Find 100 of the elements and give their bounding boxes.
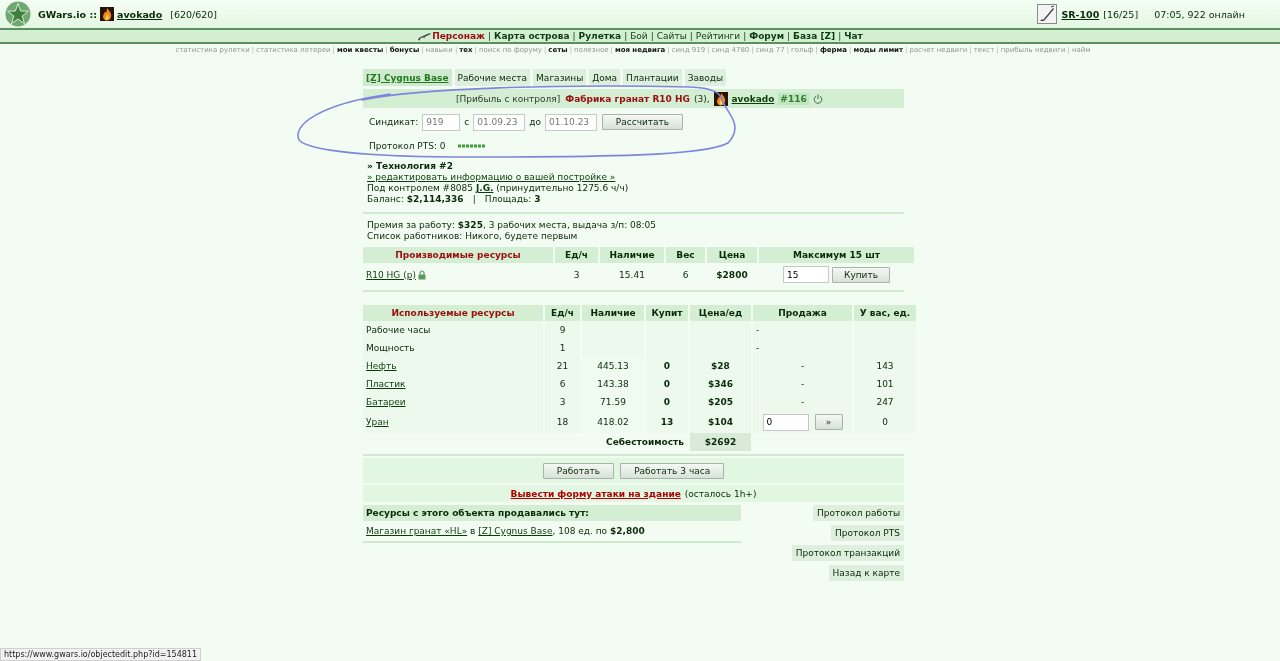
resource-link[interactable]: Нефть <box>366 361 397 371</box>
tab[interactable]: Плантации <box>623 69 682 86</box>
resource-link[interactable]: Уран <box>366 417 389 427</box>
nav-separator: | <box>838 31 842 41</box>
date-to-input[interactable]: 01.10.23 <box>545 113 597 131</box>
nav-separator: | <box>572 31 576 41</box>
table-cell: 101 <box>854 375 916 393</box>
nav-link[interactable]: База [Z] <box>793 31 836 41</box>
side-link[interactable]: Протокол PTS <box>831 525 904 541</box>
nav-link[interactable]: Чат <box>844 31 863 41</box>
table-cell: 247 <box>854 393 916 411</box>
attack-form-link[interactable]: Вывести форму атаки на здание <box>510 488 681 499</box>
date-from-input[interactable]: 01.09.23 <box>473 113 526 131</box>
resource-link[interactable]: Пластик <box>366 379 406 389</box>
to-label: до <box>529 117 541 127</box>
product-link[interactable]: R10 HG (р) <box>366 269 416 280</box>
side-link[interactable]: Назад к карте <box>828 565 904 581</box>
nav-link[interactable]: Сайты <box>656 31 687 41</box>
column-header: Ед/ч <box>545 305 580 321</box>
table-cell-text: 6 <box>681 268 690 282</box>
nav-link[interactable]: Бой <box>630 31 648 41</box>
column-header: Продажа <box>753 305 852 321</box>
nav-link[interactable]: Форум <box>749 31 784 41</box>
pts-protocol: Протокол PTS: 0 <box>369 141 446 151</box>
tab[interactable]: Рабочие места <box>454 69 531 86</box>
column-header: Используемые ресурсы <box>363 305 543 321</box>
edit-info-link[interactable]: » редактировать информацию о вашей постройке » <box>367 172 616 183</box>
syndicate-input[interactable]: 919 <box>422 113 461 131</box>
nav-link[interactable]: Карта острова <box>494 31 570 41</box>
control-info: Под контролем #8085 J.G. (принудительно 1275.6 ч/ч) <box>367 183 629 194</box>
tab[interactable]: [Z] Cygnus Base <box>363 69 452 86</box>
gun-icon <box>417 31 432 41</box>
info-separator: | <box>472 194 476 205</box>
site-title: GWars.io :: <box>38 8 97 20</box>
object-tag: [Прибыль с контроля] <box>456 93 561 104</box>
table-cell: 21 <box>545 357 580 375</box>
column-header: Наличие <box>582 305 644 321</box>
buy-quantity-input[interactable]: 15 <box>783 266 829 283</box>
flame-icon <box>100 7 114 21</box>
dashed-bar-icon <box>457 144 486 148</box>
table-cell: 0 <box>646 375 688 393</box>
column-header: У вас, ед. <box>854 305 916 321</box>
column-header: Ед/ч <box>555 247 598 263</box>
table-cell-text: 15.41 <box>618 268 646 282</box>
table-cell: 3 <box>545 393 580 411</box>
resource-link[interactable]: Батареи <box>366 397 406 407</box>
sell-quantity-input[interactable]: 0 <box>762 413 809 431</box>
table-cell-text: $2800 <box>715 268 749 282</box>
column-header: Максимум 15 шт <box>759 247 914 263</box>
table-cell: 9 <box>545 321 580 339</box>
column-header: Цена/ед <box>690 305 751 321</box>
table-cell: - <box>753 357 852 375</box>
weapon-link[interactable]: SR-100 <box>1061 8 1100 20</box>
column-header: Наличие <box>600 247 664 263</box>
attack-note: (осталось 1h+) <box>684 488 757 499</box>
work-button[interactable]: Работать 3 часа <box>620 462 725 479</box>
nav-link[interactable]: Рейтинги <box>695 31 741 41</box>
column-header: Купит <box>646 305 688 321</box>
nav-link[interactable]: Персонаж <box>417 31 486 41</box>
controller-link[interactable]: J.G. <box>475 183 494 193</box>
table-cell: - <box>753 339 852 357</box>
status-bar: https://www.gwars.io/objectedit.php?id=154811 <box>0 648 202 661</box>
table-cell: 143 <box>854 357 916 375</box>
column-header: Производимые ресурсы <box>363 247 553 263</box>
nav-separator: | <box>743 31 747 41</box>
table-cell: - <box>753 321 852 339</box>
sell-button[interactable]: » <box>814 414 843 430</box>
star-logo-icon <box>5 1 31 27</box>
weapon-count: [16/25] <box>1103 8 1139 20</box>
object-number: #116 <box>778 92 809 105</box>
syndicate-label: Синдикат: <box>369 117 419 127</box>
table-cell: 0 <box>854 411 916 433</box>
tab[interactable]: Заводы <box>684 69 727 86</box>
resource-name: Рабочие часы <box>363 321 543 339</box>
nav-separator: | <box>488 31 492 41</box>
table-cell: 0 <box>646 393 688 411</box>
table-cell: 6 <box>545 375 580 393</box>
nav-link[interactable]: Рулетка <box>578 31 622 41</box>
side-link[interactable]: Протокол транзакций <box>791 545 904 561</box>
user-hp: [620/620] <box>170 8 218 20</box>
table-cell: $346 <box>690 375 751 393</box>
balance-text: Баланс: $2,114,336 <box>367 194 464 205</box>
shop-link[interactable]: Магазин гранат «HL» <box>366 526 468 536</box>
nav-separator: | <box>689 31 693 41</box>
tab[interactable]: Магазины <box>533 69 587 86</box>
power-icon <box>812 93 823 104</box>
cost-label: Себестоимость <box>606 437 685 447</box>
user-link[interactable]: avokado <box>117 8 163 20</box>
technology-title: » Технология #2 <box>367 161 453 172</box>
table-cell: - <box>753 393 852 411</box>
side-link[interactable]: Протокол работы <box>813 505 904 521</box>
owner-link[interactable]: avokado <box>731 93 775 104</box>
table-cell: $205 <box>690 393 751 411</box>
calculate-button[interactable]: Рассчитать <box>602 114 683 130</box>
area-text: Площадь: 3 <box>484 194 541 205</box>
work-button[interactable]: Работать <box>542 462 615 479</box>
sold-at-title: Ресурсы с этого объекта продавались тут: <box>363 505 741 521</box>
buy-button[interactable]: Купить <box>832 266 890 283</box>
nav-separator: | <box>624 31 628 41</box>
table-cell: 0 <box>646 357 688 375</box>
